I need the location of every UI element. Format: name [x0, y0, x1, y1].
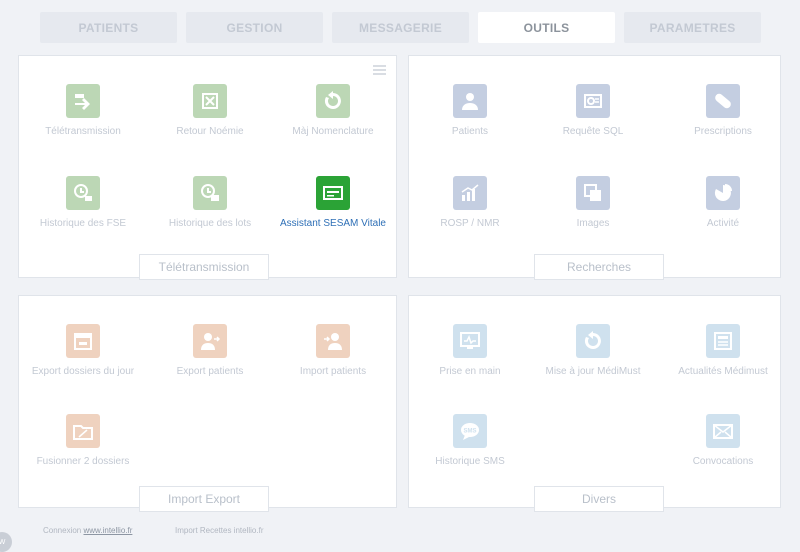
envelope-icon	[706, 414, 740, 448]
image-icon	[576, 176, 610, 210]
main-tab-bar: PATIENTS GESTION MESSAGERIE OUTILS PARAM…	[40, 12, 765, 44]
tool-convocations[interactable]: Convocations	[659, 414, 787, 468]
teletransmission-icon	[66, 84, 100, 118]
tab-messagerie[interactable]: MESSAGERIE	[332, 12, 469, 43]
tool-label: Requête SQL	[562, 126, 624, 137]
tool-teletransmission[interactable]: Télétransmission	[19, 84, 147, 138]
footer-import-recettes[interactable]: Import Recettes intellio.fr	[175, 526, 263, 535]
card-icon	[316, 176, 350, 210]
panel-title-divers: Divers	[534, 486, 664, 512]
return-icon	[193, 84, 227, 118]
tool-label: Images	[576, 218, 610, 229]
tool-label: Convocations	[692, 456, 754, 467]
tool-label: Prise en main	[439, 366, 501, 377]
tab-gestion[interactable]: GESTION	[186, 12, 323, 43]
connexion-label: Connexion	[43, 526, 82, 535]
tool-fusionner-dossiers[interactable]: Fusionner 2 dossiers	[19, 414, 147, 468]
tool-historique-sms[interactable]: SMS Historique SMS	[406, 414, 534, 468]
tool-prise-en-main[interactable]: Prise en main	[406, 324, 534, 378]
tool-mise-a-jour-medimust[interactable]: Mise à jour MédiMust	[529, 324, 657, 378]
user-import-icon	[316, 324, 350, 358]
tool-assistant-sesam-vitale[interactable]: Assistant SESAM Vitale	[269, 176, 397, 230]
tool-label: Patients	[451, 126, 489, 137]
tool-label: Import patients	[299, 366, 367, 377]
tool-label: Fusionner 2 dossiers	[36, 456, 130, 467]
refresh-icon	[316, 84, 350, 118]
footer-connexion: Connexion www.intellio.fr	[43, 526, 132, 535]
tool-export-dossiers-du-jour[interactable]: Export dossiers du jour	[19, 324, 147, 378]
folder-merge-icon	[66, 414, 100, 448]
tab-patients[interactable]: PATIENTS	[40, 12, 177, 43]
user-export-icon	[193, 324, 227, 358]
tool-label: Assistant SESAM Vitale	[280, 218, 386, 229]
update-icon	[576, 324, 610, 358]
database-search-icon	[576, 84, 610, 118]
tool-label: Export patients	[176, 366, 244, 377]
tab-parametres[interactable]: PARAMETRES	[624, 12, 761, 43]
tool-label: Prescriptions	[694, 126, 752, 137]
tool-label: Retour Noémie	[176, 126, 244, 137]
tool-label: Export dossiers du jour	[31, 366, 135, 377]
tab-outils[interactable]: OUTILS	[478, 12, 615, 43]
tool-images[interactable]: Images	[529, 176, 657, 230]
tool-label: Historique des FSE	[39, 218, 127, 229]
tool-prescriptions[interactable]: Prescriptions	[659, 84, 787, 138]
tool-label: Màj Nomenclature	[292, 126, 374, 137]
pie-chart-icon	[706, 176, 740, 210]
panel-title-recherches: Recherches	[534, 254, 664, 280]
panel-recherches: Patients Requête SQL Prescriptions ROSP …	[406, 55, 781, 280]
panel-import-export: Export dossiers du jour Export patients …	[18, 295, 397, 512]
sms-icon: SMS	[453, 414, 487, 448]
tool-historique-fse[interactable]: Historique des FSE	[19, 176, 147, 230]
tool-label: Historique SMS	[435, 456, 505, 467]
svg-text:SMS: SMS	[463, 429, 476, 435]
tool-label: ROSP / NMR	[440, 218, 500, 229]
hamburger-menu-icon[interactable]	[373, 65, 386, 77]
tool-actualites-medimust[interactable]: Actualités Médimust	[659, 324, 787, 378]
news-icon	[706, 324, 740, 358]
tool-label: Actualités Médimust	[678, 366, 768, 377]
tool-label: Mise à jour MédiMust	[545, 366, 641, 377]
tool-label: Activité	[706, 218, 740, 229]
pill-icon	[706, 84, 740, 118]
tool-maj-nomenclature[interactable]: Màj Nomenclature	[269, 84, 397, 138]
tool-requete-sql[interactable]: Requête SQL	[529, 84, 657, 138]
tool-import-patients[interactable]: Import patients	[269, 324, 397, 378]
remote-control-icon	[453, 324, 487, 358]
connexion-link[interactable]: www.intellio.fr	[83, 526, 132, 535]
panel-divers: Prise en main Mise à jour MédiMust Actua…	[406, 295, 781, 512]
tool-export-patients[interactable]: Export patients	[146, 324, 274, 378]
panel-teletransmission: Télétransmission Retour Noémie Màj Nomen…	[18, 55, 397, 280]
tool-rosp-nmr[interactable]: ROSP / NMR	[406, 176, 534, 230]
bar-chart-icon	[453, 176, 487, 210]
corner-badge[interactable]: W	[0, 532, 12, 552]
panel-title-import-export: Import Export	[139, 486, 269, 512]
calendar-export-icon	[66, 324, 100, 358]
history-clock-icon	[193, 176, 227, 210]
tool-activite[interactable]: Activité	[659, 176, 787, 230]
patient-icon	[453, 84, 487, 118]
tool-patients[interactable]: Patients	[406, 84, 534, 138]
panel-title-teletransmission: Télétransmission	[139, 254, 269, 280]
tool-label: Télétransmission	[45, 126, 121, 137]
tool-retour-noemie[interactable]: Retour Noémie	[146, 84, 274, 138]
tool-historique-lots[interactable]: Historique des lots	[146, 176, 274, 230]
tool-label: Historique des lots	[168, 218, 252, 229]
history-clock-icon	[66, 176, 100, 210]
